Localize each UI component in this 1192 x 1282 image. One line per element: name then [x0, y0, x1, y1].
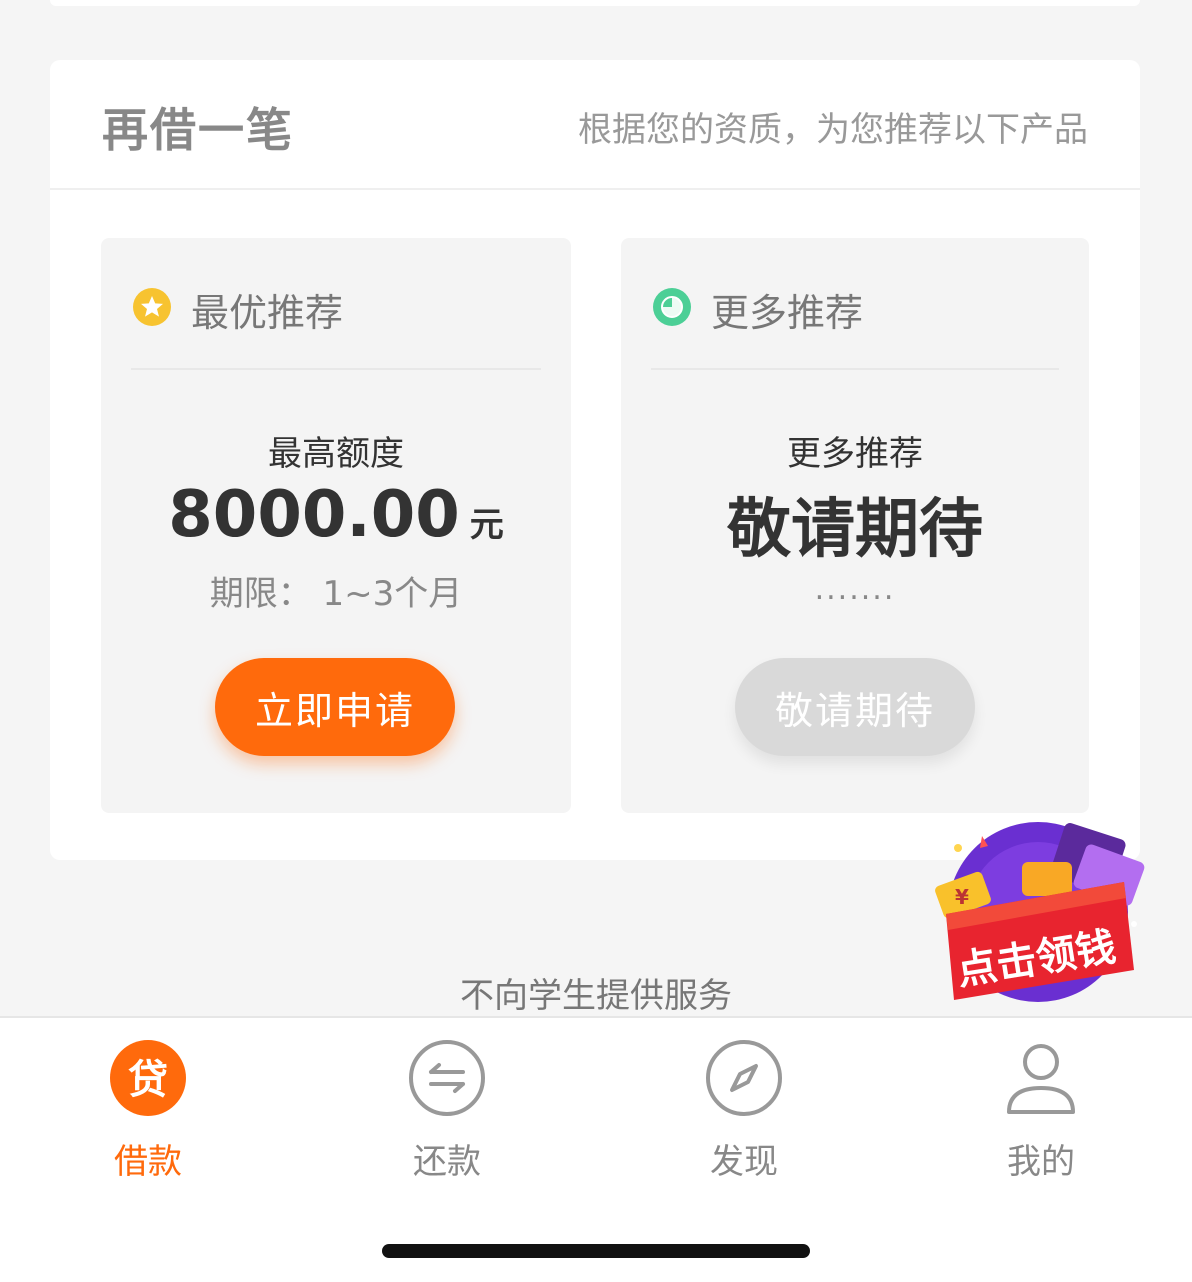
borrow-again-card: 再借一笔 根据您的资质，为您推荐以下产品 最优推荐 最高额度 8000.00 元 … [50, 60, 1140, 860]
previous-card-edge [50, 0, 1140, 6]
compass-icon [704, 1038, 784, 1118]
home-indicator [382, 1244, 810, 1258]
card-header: 再借一笔 根据您的资质，为您推荐以下产品 [50, 60, 1140, 190]
term-text: 期限： 1~3个月 [209, 574, 463, 614]
max-amount: 8000.00 元 [101, 478, 571, 552]
best-recommendation-label: 最优推荐 [191, 291, 344, 335]
no-student-service-note: 不向学生提供服务 [460, 976, 732, 1016]
tab-mine-label: 我的 [1007, 1142, 1075, 1182]
tab-discover-label: 发现 [710, 1142, 778, 1182]
more-line: 更多推荐 [787, 434, 923, 474]
more-recommendation-panel: 更多推荐 更多推荐 敬请期待 ....... 敬请期待 [621, 238, 1089, 813]
stay-tuned-button[interactable]: 敬请期待 [735, 658, 975, 756]
amount-value: 8000.00 [168, 478, 460, 552]
repay-icon [407, 1038, 487, 1118]
tab-loan[interactable]: 贷 借款 [48, 1038, 248, 1188]
tab-loan-label: 借款 [114, 1142, 182, 1182]
clock-icon [653, 288, 691, 326]
tab-repay-label: 还款 [413, 1142, 481, 1182]
tab-repay[interactable]: 还款 [347, 1038, 547, 1188]
best-recommendation-panel: 最优推荐 最高额度 8000.00 元 期限： 1~3个月 立即申请 [101, 238, 571, 813]
ellipsis-dots: ....... [814, 572, 896, 607]
panel-head: 最优推荐 [131, 238, 541, 370]
apply-now-button[interactable]: 立即申请 [215, 658, 455, 756]
panel-head: 更多推荐 [651, 238, 1059, 370]
user-icon [1001, 1038, 1081, 1118]
loan-icon: 贷 [108, 1038, 188, 1118]
tab-discover[interactable]: 发现 [644, 1038, 844, 1188]
bottom-tab-bar: 贷 借款 还款 发现 我的 [0, 1016, 1192, 1282]
section-title: 再借一笔 [102, 103, 294, 157]
section-subtitle: 根据您的资质，为您推荐以下产品 [578, 110, 1088, 150]
tab-mine[interactable]: 我的 [941, 1038, 1141, 1188]
more-recommendation-label: 更多推荐 [711, 291, 864, 335]
svg-text:¥: ¥ [955, 885, 969, 909]
amount-unit: 元 [469, 505, 504, 545]
star-icon [133, 288, 171, 326]
max-amount-label: 最高额度 [268, 434, 404, 474]
loan-icon-glyph: 贷 [128, 1057, 168, 1103]
stay-tuned-text: 敬请期待 [727, 493, 983, 567]
